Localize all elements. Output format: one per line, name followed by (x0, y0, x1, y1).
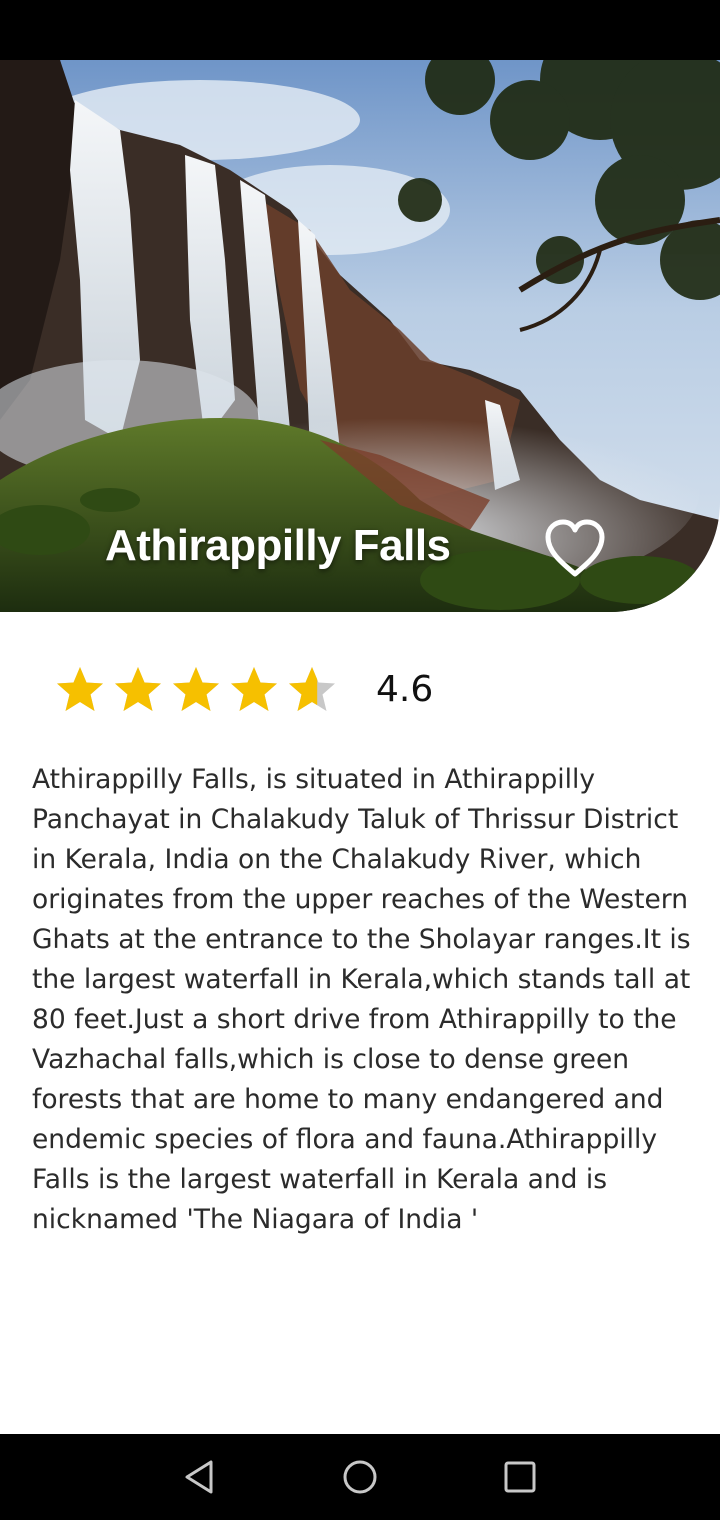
star-icon (115, 667, 161, 711)
rating-stars (54, 660, 344, 720)
home-button[interactable] (335, 1452, 385, 1502)
heart-outline-icon (545, 519, 605, 577)
back-button[interactable] (175, 1452, 225, 1502)
star-icon (173, 667, 219, 711)
place-title: Athirappilly Falls (105, 521, 451, 570)
star-icon (289, 667, 335, 711)
favorite-button[interactable] (540, 516, 610, 580)
recents-button[interactable] (495, 1452, 545, 1502)
rating-value: 4.6 (376, 669, 434, 710)
star-icon (57, 667, 103, 711)
star-icon (231, 667, 277, 711)
triangle-back-icon (185, 1460, 213, 1494)
navigation-bar (0, 1434, 720, 1520)
square-recents-icon (504, 1461, 536, 1493)
place-description: Athirappilly Falls, is situated in Athir… (32, 764, 691, 1235)
status-bar (0, 0, 720, 60)
circle-home-icon (343, 1460, 377, 1494)
hero-image: Athirappilly Falls (0, 60, 720, 612)
